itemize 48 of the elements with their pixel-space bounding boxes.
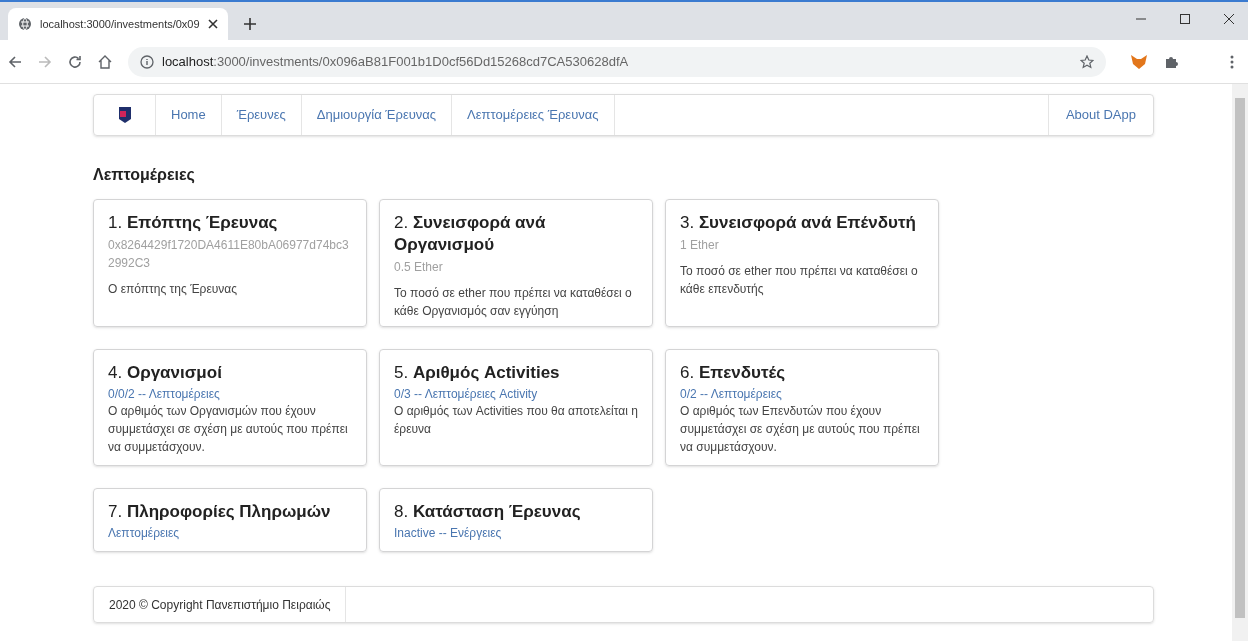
details-link[interactable]: Λεπτομέρειες bbox=[108, 525, 352, 541]
details-link[interactable]: Inactive -- Ενέργειες bbox=[394, 525, 638, 541]
address-bar[interactable]: localhost:3000/investments/0x096aB81F001b1D0cf56Dd15268cd7CA530628dfA bbox=[128, 46, 1106, 77]
card-value: 1 Ether bbox=[680, 237, 720, 254]
card-value: 0x8264429f1720DA4611E80bA06977d74bc32992C3 bbox=[108, 237, 350, 272]
details-link[interactable]: 0/0/2 -- Λεπτομέρειες bbox=[108, 386, 352, 402]
browser-tab[interactable]: localhost:3000/investments/0x09 bbox=[8, 8, 228, 40]
close-icon[interactable] bbox=[207, 19, 218, 29]
reload-icon[interactable] bbox=[68, 54, 82, 69]
card-title: 6. Επενδυτές bbox=[680, 362, 787, 384]
card-title: 5. Αριθμός Activities bbox=[394, 362, 561, 384]
info-icon bbox=[140, 54, 154, 69]
card-description: Ο αριθμός των Επενδυτών που έχουν συμμετάσχει σε σχέση με αυτούς που πρέπει να συμμετάσχουν. bbox=[680, 403, 921, 456]
card-title: 7. Πληροφορίες Πληρωμών bbox=[108, 501, 332, 523]
card-value: 0.5 Ether bbox=[394, 259, 444, 276]
card-title: 3. Συνεισφορά ανά Επένδυτή bbox=[680, 212, 917, 234]
menu-icon[interactable] bbox=[1230, 54, 1234, 69]
close-window-icon[interactable] bbox=[1224, 14, 1234, 24]
tab-title: localhost:3000/investments/0x09 bbox=[40, 16, 200, 32]
nav-link[interactable]: About DApp bbox=[1047, 95, 1153, 135]
card-title: 4. Οργανισμοί bbox=[108, 362, 223, 384]
logo-icon[interactable] bbox=[118, 107, 131, 123]
new-tab-icon[interactable] bbox=[243, 18, 256, 30]
back-icon[interactable] bbox=[8, 54, 22, 69]
card-title: 8. Κατάσταση Έρευνας bbox=[394, 501, 582, 523]
puzzle-icon[interactable] bbox=[1164, 54, 1178, 69]
card-description: Ο επόπτης της Έρευνας bbox=[108, 281, 238, 298]
nav-link[interactable]: Λεπτομέρειες Έρευνας bbox=[452, 95, 615, 135]
card-description: Ο αριθμός των Activities που θα αποτελείται η έρευνα bbox=[394, 403, 638, 438]
card-description: Το ποσό σε ether που πρέπει να καταθέσει ο κάθε Οργανισμός σαν εγγύηση bbox=[394, 285, 633, 320]
nav-link[interactable]: Δημιουργία Έρευνας bbox=[301, 95, 453, 135]
card-title: 2. Συνεισφορά ανά Οργανισμού bbox=[394, 212, 547, 256]
card-description: Ο αρθιμός των Οργανισμών που έχουν συμμετάσχει σε σχέση με αυτούς που πρέπει να συμμετάσχουν. bbox=[108, 403, 349, 456]
home-icon[interactable] bbox=[98, 54, 112, 69]
url-text: localhost:3000/investments/0x096aB81F001b1D0cf56Dd15268cd7CA530628dfA bbox=[162, 52, 629, 71]
star-icon[interactable] bbox=[1080, 54, 1094, 69]
copyright-text: 2020 © Copyright Πανεπιστήμιο Πειραιώς bbox=[94, 587, 347, 622]
globe-icon bbox=[18, 17, 32, 31]
maximize-icon[interactable] bbox=[1180, 14, 1190, 24]
card-description: Το ποσό σε ether που πρέπει να καταθέσει ο κάθε επενδυτής bbox=[680, 263, 919, 298]
details-link[interactable]: 0/2 -- Λεπτομέρειες bbox=[680, 386, 924, 402]
fox-icon[interactable] bbox=[1130, 53, 1148, 70]
scrollbar[interactable] bbox=[1232, 84, 1248, 641]
nav-link[interactable]: Έρευνες bbox=[221, 95, 302, 135]
section-heading: Λεπτομέρειες bbox=[93, 165, 196, 185]
details-link[interactable]: 0/3 -- Λεπτομέρειες Activity bbox=[394, 386, 638, 402]
nav-link[interactable]: Home bbox=[156, 95, 222, 135]
card-title: 1. Επόπτης Έρευνας bbox=[108, 212, 279, 234]
